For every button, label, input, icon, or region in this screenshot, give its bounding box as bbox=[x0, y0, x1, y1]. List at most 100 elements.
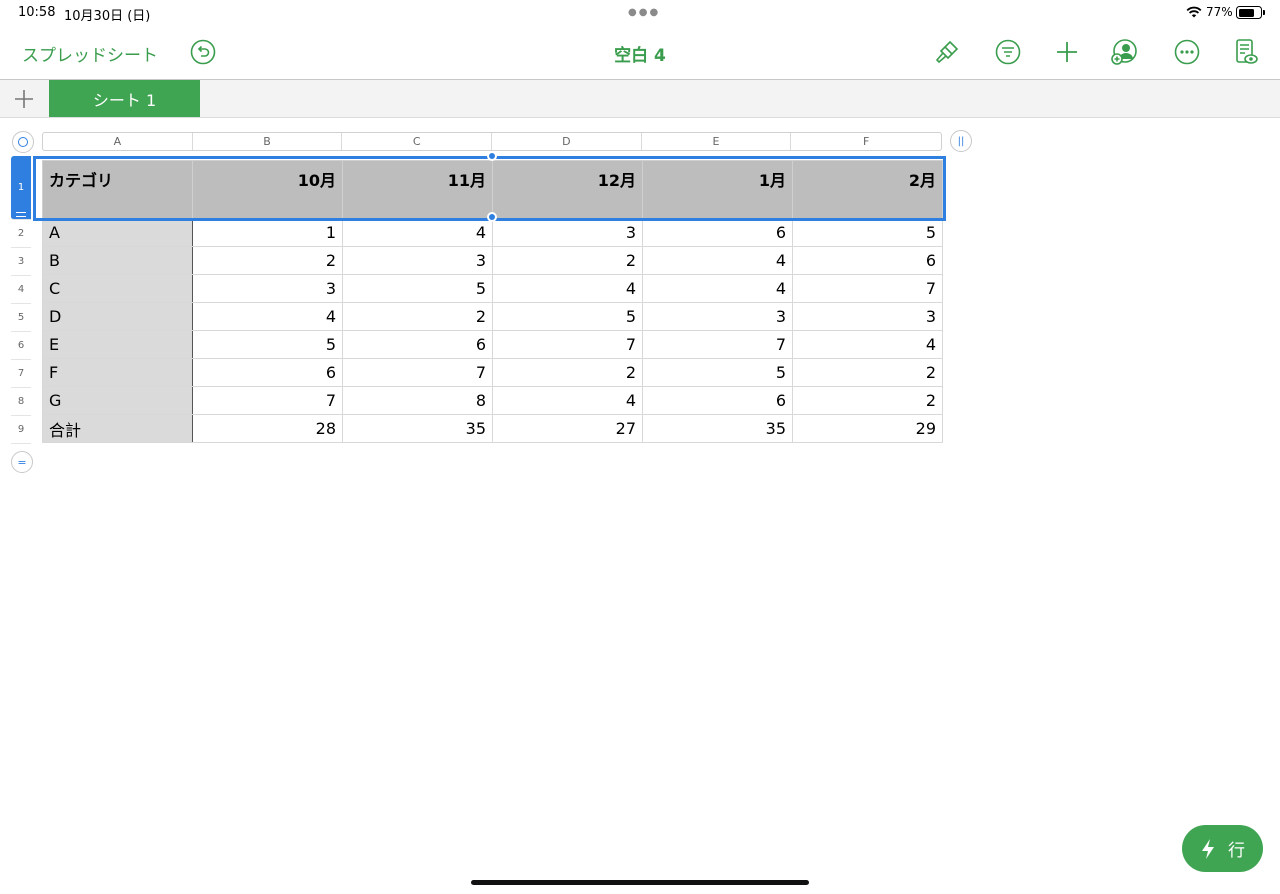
row-header[interactable]: 1 bbox=[11, 156, 31, 220]
add-column-handle[interactable]: || bbox=[950, 130, 972, 152]
value-cell[interactable]: 7 bbox=[792, 274, 943, 303]
battery-icon bbox=[1236, 6, 1265, 19]
value-cell[interactable]: 4 bbox=[342, 218, 493, 247]
table-row[interactable]: 合計 28 35 27 35 29 bbox=[42, 414, 943, 443]
paintbrush-icon[interactable] bbox=[933, 38, 961, 66]
value-cell[interactable]: 3 bbox=[792, 302, 943, 331]
category-cell[interactable]: F bbox=[42, 358, 193, 387]
header-cell[interactable]: 2月 bbox=[792, 160, 943, 219]
header-cell[interactable]: 1月 bbox=[642, 160, 793, 219]
table-select-handle[interactable] bbox=[12, 131, 34, 153]
plus-icon[interactable] bbox=[1053, 38, 1081, 66]
header-cell[interactable]: 11月 bbox=[342, 160, 493, 219]
document-title[interactable]: 空白 4 bbox=[0, 41, 1280, 66]
value-cell[interactable]: 35 bbox=[342, 414, 493, 443]
category-cell[interactable]: B bbox=[42, 246, 193, 275]
column-header[interactable]: C bbox=[342, 133, 493, 150]
value-cell[interactable]: 7 bbox=[342, 358, 493, 387]
add-sheet-button[interactable] bbox=[0, 80, 48, 117]
value-cell[interactable]: 6 bbox=[642, 218, 793, 247]
home-indicator[interactable] bbox=[471, 880, 809, 885]
value-cell[interactable]: 4 bbox=[492, 386, 643, 415]
category-cell[interactable]: G bbox=[42, 386, 193, 415]
column-header-bar: A B C D E F bbox=[42, 132, 942, 151]
column-header[interactable]: B bbox=[193, 133, 343, 150]
row-number: 1 bbox=[17, 182, 25, 193]
value-cell[interactable]: 5 bbox=[492, 302, 643, 331]
header-cell[interactable]: 12月 bbox=[492, 160, 643, 219]
value-cell[interactable]: 6 bbox=[342, 330, 493, 359]
row-header[interactable]: 8 bbox=[11, 388, 31, 416]
table-row[interactable]: E56774 bbox=[42, 330, 943, 359]
table-row[interactable]: F67252 bbox=[42, 358, 943, 387]
category-cell[interactable]: E bbox=[42, 330, 193, 359]
value-cell[interactable]: 3 bbox=[342, 246, 493, 275]
value-cell[interactable]: 1 bbox=[192, 218, 343, 247]
value-cell[interactable]: 4 bbox=[492, 274, 643, 303]
category-cell[interactable]: 合計 bbox=[42, 414, 193, 443]
filter-icon[interactable] bbox=[994, 38, 1022, 66]
value-cell[interactable]: 28 bbox=[192, 414, 343, 443]
value-cell[interactable]: 29 bbox=[792, 414, 943, 443]
value-cell[interactable]: 2 bbox=[192, 246, 343, 275]
value-cell[interactable]: 2 bbox=[792, 358, 943, 387]
table-row[interactable]: D42533 bbox=[42, 302, 943, 331]
row-header[interactable]: 5 bbox=[11, 304, 31, 332]
value-cell[interactable]: 7 bbox=[642, 330, 793, 359]
tab-sheet-1[interactable]: シート 1 bbox=[49, 80, 200, 117]
value-cell[interactable]: 5 bbox=[342, 274, 493, 303]
row-header[interactable]: 6 bbox=[11, 332, 31, 360]
value-cell[interactable]: 35 bbox=[642, 414, 793, 443]
row-header[interactable]: 3 bbox=[11, 248, 31, 276]
table-row[interactable]: B23246 bbox=[42, 246, 943, 275]
column-header[interactable]: F bbox=[791, 133, 941, 150]
value-cell[interactable]: 3 bbox=[642, 302, 793, 331]
value-cell[interactable]: 4 bbox=[642, 274, 793, 303]
header-cell[interactable]: 10月 bbox=[192, 160, 343, 219]
row-header[interactable]: 2 bbox=[11, 220, 31, 248]
row-header[interactable]: 9 bbox=[11, 416, 31, 444]
value-cell[interactable]: 4 bbox=[642, 246, 793, 275]
value-cell[interactable]: 5 bbox=[792, 218, 943, 247]
column-header[interactable]: E bbox=[642, 133, 792, 150]
row-action-button[interactable]: 行 bbox=[1182, 825, 1263, 872]
value-cell[interactable]: 5 bbox=[192, 330, 343, 359]
multitasking-dots-icon[interactable]: ●●● bbox=[628, 7, 660, 18]
value-cell[interactable]: 27 bbox=[492, 414, 643, 443]
row-header[interactable]: 7 bbox=[11, 360, 31, 388]
table-header-row[interactable]: カテゴリ 10月 11月 12月 1月 2月 bbox=[42, 160, 943, 219]
add-row-handle[interactable]: = bbox=[11, 451, 33, 473]
value-cell[interactable]: 6 bbox=[642, 386, 793, 415]
row-grip-icon[interactable] bbox=[16, 212, 26, 217]
value-cell[interactable]: 7 bbox=[492, 330, 643, 359]
header-cell[interactable]: カテゴリ bbox=[42, 160, 193, 219]
row-header[interactable]: 4 bbox=[11, 276, 31, 304]
category-cell[interactable]: D bbox=[42, 302, 193, 331]
row-header-bar: 1 2 3 4 5 6 7 8 9 bbox=[11, 156, 31, 444]
more-icon[interactable] bbox=[1173, 38, 1201, 66]
status-bar: 10:58 10月30日 (日) ●●● 77% bbox=[0, 0, 1280, 26]
table-row[interactable]: A14365 bbox=[42, 218, 943, 247]
value-cell[interactable]: 2 bbox=[342, 302, 493, 331]
category-cell[interactable]: C bbox=[42, 274, 193, 303]
table-row[interactable]: G78462 bbox=[42, 386, 943, 415]
column-header[interactable]: A bbox=[43, 133, 193, 150]
value-cell[interactable]: 2 bbox=[492, 246, 643, 275]
value-cell[interactable]: 5 bbox=[642, 358, 793, 387]
value-cell[interactable]: 8 bbox=[342, 386, 493, 415]
column-header[interactable]: D bbox=[492, 133, 642, 150]
value-cell[interactable]: 6 bbox=[192, 358, 343, 387]
value-cell[interactable]: 3 bbox=[192, 274, 343, 303]
value-cell[interactable]: 6 bbox=[792, 246, 943, 275]
value-cell[interactable]: 2 bbox=[492, 358, 643, 387]
collaborate-icon[interactable] bbox=[1110, 38, 1138, 66]
value-cell[interactable]: 3 bbox=[492, 218, 643, 247]
battery-fill bbox=[1238, 8, 1254, 17]
value-cell[interactable]: 7 bbox=[192, 386, 343, 415]
category-cell[interactable]: A bbox=[42, 218, 193, 247]
document-view-icon[interactable] bbox=[1232, 38, 1260, 66]
value-cell[interactable]: 4 bbox=[792, 330, 943, 359]
table-row[interactable]: C35447 bbox=[42, 274, 943, 303]
value-cell[interactable]: 4 bbox=[192, 302, 343, 331]
value-cell[interactable]: 2 bbox=[792, 386, 943, 415]
